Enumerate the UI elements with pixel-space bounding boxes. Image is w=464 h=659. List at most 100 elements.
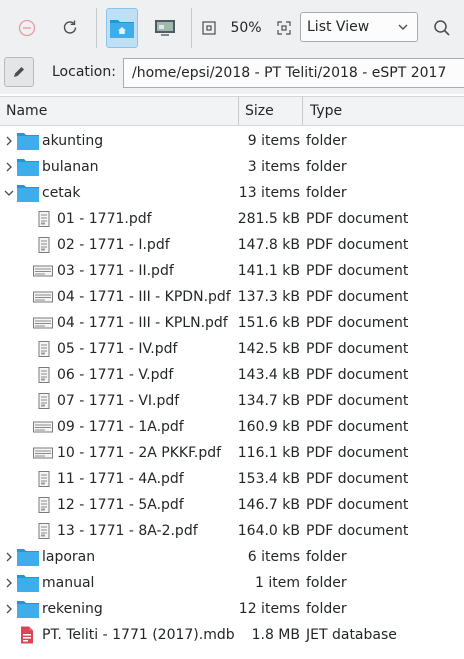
- file-name: cetak: [42, 185, 81, 201]
- pdf-icon: [33, 419, 53, 435]
- file-type: PDF document: [306, 471, 409, 487]
- database-icon: [20, 626, 34, 644]
- zoom-out-icon[interactable]: [193, 8, 225, 48]
- folder-row[interactable]: manual 1 item folder: [0, 570, 464, 596]
- file-row[interactable]: 12 - 1771 - 5A.pdf 146.7 kB PDF document: [0, 492, 464, 518]
- file-name: laporan: [42, 549, 96, 565]
- file-name: akunting: [42, 133, 104, 149]
- reload-icon[interactable]: [54, 8, 86, 48]
- folder-home-icon: [110, 20, 134, 38]
- file-row[interactable]: 06 - 1771 - V.pdf 143.4 kB PDF document: [0, 362, 464, 388]
- column-type[interactable]: Type: [310, 97, 342, 125]
- view-mode-value: List View: [307, 19, 370, 35]
- pdf-icon: [33, 289, 53, 305]
- folder-row[interactable]: akunting 9 items folder: [0, 128, 464, 154]
- file-name: 05 - 1771 - IV.pdf: [57, 341, 178, 357]
- chevron-right-icon[interactable]: [3, 544, 15, 570]
- column-size[interactable]: Size: [245, 97, 274, 125]
- file-type: PDF document: [306, 445, 409, 461]
- pdf-icon: [35, 237, 53, 253]
- column-separator[interactable]: [238, 97, 239, 125]
- column-separator[interactable]: [302, 97, 303, 125]
- file-row[interactable]: PT. Teliti - 1771 (2017).mdb 1.8 MB JET da…: [0, 622, 464, 648]
- file-row[interactable]: 10 - 1771 - 2A PKKF.pdf 116.1 kB PDF docum…: [0, 440, 464, 466]
- toolbar-separator: [191, 8, 192, 48]
- file-name: rekening: [42, 601, 103, 617]
- file-size: 134.7 kB: [237, 393, 300, 409]
- preview-icon[interactable]: [149, 8, 181, 48]
- file-name: 01 - 1771.pdf: [57, 211, 152, 227]
- file-row[interactable]: 09 - 1771 - 1A.pdf 160.9 kB PDF document: [0, 414, 464, 440]
- folder-row[interactable]: cetak 13 items folder: [0, 180, 464, 206]
- chevron-right-icon[interactable]: [3, 570, 15, 596]
- file-type: folder: [306, 575, 347, 591]
- file-type: folder: [306, 549, 347, 565]
- file-size: 116.1 kB: [237, 445, 300, 461]
- folder-row[interactable]: rekening 12 items folder: [0, 596, 464, 622]
- location-input[interactable]: /home/epsi/2018 - PT Teliti/2018 - eSPT …: [123, 58, 464, 88]
- file-row[interactable]: 04 - 1771 - III - KPLN.pdf 151.6 kB PDF do…: [0, 310, 464, 336]
- file-row[interactable]: 01 - 1771.pdf 281.5 kB PDF document: [0, 206, 464, 232]
- file-size: 153.4 kB: [237, 471, 300, 487]
- file-type: PDF document: [306, 237, 409, 253]
- pdf-icon: [35, 367, 53, 383]
- file-row[interactable]: 11 - 1771 - 4A.pdf 153.4 kB PDF document: [0, 466, 464, 492]
- file-row[interactable]: 05 - 1771 - IV.pdf 142.5 kB PDF document: [0, 336, 464, 362]
- file-type: PDF document: [306, 419, 409, 435]
- file-type: PDF document: [306, 315, 409, 331]
- stop-icon[interactable]: [11, 8, 43, 48]
- file-type: folder: [306, 133, 347, 149]
- file-name: bulanan: [42, 159, 99, 175]
- file-row[interactable]: 02 - 1771 - I.pdf 147.8 kB PDF document: [0, 232, 464, 258]
- pdf-icon: [33, 263, 53, 279]
- file-name: manual: [42, 575, 95, 591]
- chevron-right-icon[interactable]: [3, 154, 15, 180]
- file-size: 13 items: [238, 185, 300, 201]
- file-size: 6 items: [247, 549, 300, 565]
- file-size: 1 item: [255, 575, 300, 591]
- icon-view-button[interactable]: [106, 8, 138, 48]
- toolbar-separator: [96, 8, 97, 48]
- file-size: 141.1 kB: [237, 263, 300, 279]
- edit-location-button[interactable]: [4, 57, 34, 87]
- file-name: 04 - 1771 - III - KPLN.pdf: [57, 315, 228, 331]
- file-size: 137.3 kB: [237, 289, 300, 305]
- file-name: PT. Teliti - 1771 (2017).mdb: [42, 627, 235, 643]
- column-name[interactable]: Name: [6, 97, 47, 125]
- folder-icon: [17, 548, 39, 566]
- location-path: /home/epsi/2018 - PT Teliti/2018 - eSPT …: [132, 65, 447, 81]
- file-row[interactable]: 04 - 1771 - III - KPDN.pdf 137.3 kB PDF do…: [0, 284, 464, 310]
- chevron-right-icon[interactable]: [3, 128, 15, 154]
- chevron-right-icon[interactable]: [3, 596, 15, 622]
- file-name: 12 - 1771 - 5A.pdf: [57, 497, 184, 513]
- file-size: 151.6 kB: [237, 315, 300, 331]
- file-row[interactable]: 07 - 1771 - VI.pdf 134.7 kB PDF document: [0, 388, 464, 414]
- location-label: Location:: [52, 64, 116, 80]
- file-name: 09 - 1771 - 1A.pdf: [57, 419, 184, 435]
- pdf-icon: [35, 393, 53, 409]
- pencil-icon: [14, 67, 24, 77]
- file-name: 03 - 1771 - II.pdf: [57, 263, 174, 279]
- file-size: 12 items: [238, 601, 300, 617]
- file-size: 164.0 kB: [237, 523, 300, 539]
- search-icon[interactable]: [426, 8, 458, 48]
- pdf-icon: [35, 497, 53, 513]
- file-row[interactable]: 13 - 1771 - 8A-2.pdf 164.0 kB PDF document: [0, 518, 464, 544]
- chevron-down-icon[interactable]: [3, 180, 15, 206]
- file-size: 3 items: [247, 159, 300, 175]
- zoom-in-icon[interactable]: [268, 8, 300, 48]
- file-type: folder: [306, 185, 347, 201]
- view-mode-select[interactable]: List View: [300, 12, 418, 42]
- file-type: PDF document: [306, 497, 409, 513]
- zoom-level[interactable]: 50%: [228, 8, 264, 48]
- folder-row[interactable]: bulanan 3 items folder: [0, 154, 464, 180]
- file-size: 142.5 kB: [237, 341, 300, 357]
- file-size: 143.4 kB: [237, 367, 300, 383]
- file-row[interactable]: 03 - 1771 - II.pdf 141.1 kB PDF document: [0, 258, 464, 284]
- toolbar: 50% List View: [0, 0, 464, 56]
- pdf-icon: [35, 341, 53, 357]
- file-name: 06 - 1771 - V.pdf: [57, 367, 174, 383]
- column-name-label: Name: [6, 103, 48, 119]
- folder-row[interactable]: laporan 6 items folder: [0, 544, 464, 570]
- folder-icon: [17, 600, 39, 618]
